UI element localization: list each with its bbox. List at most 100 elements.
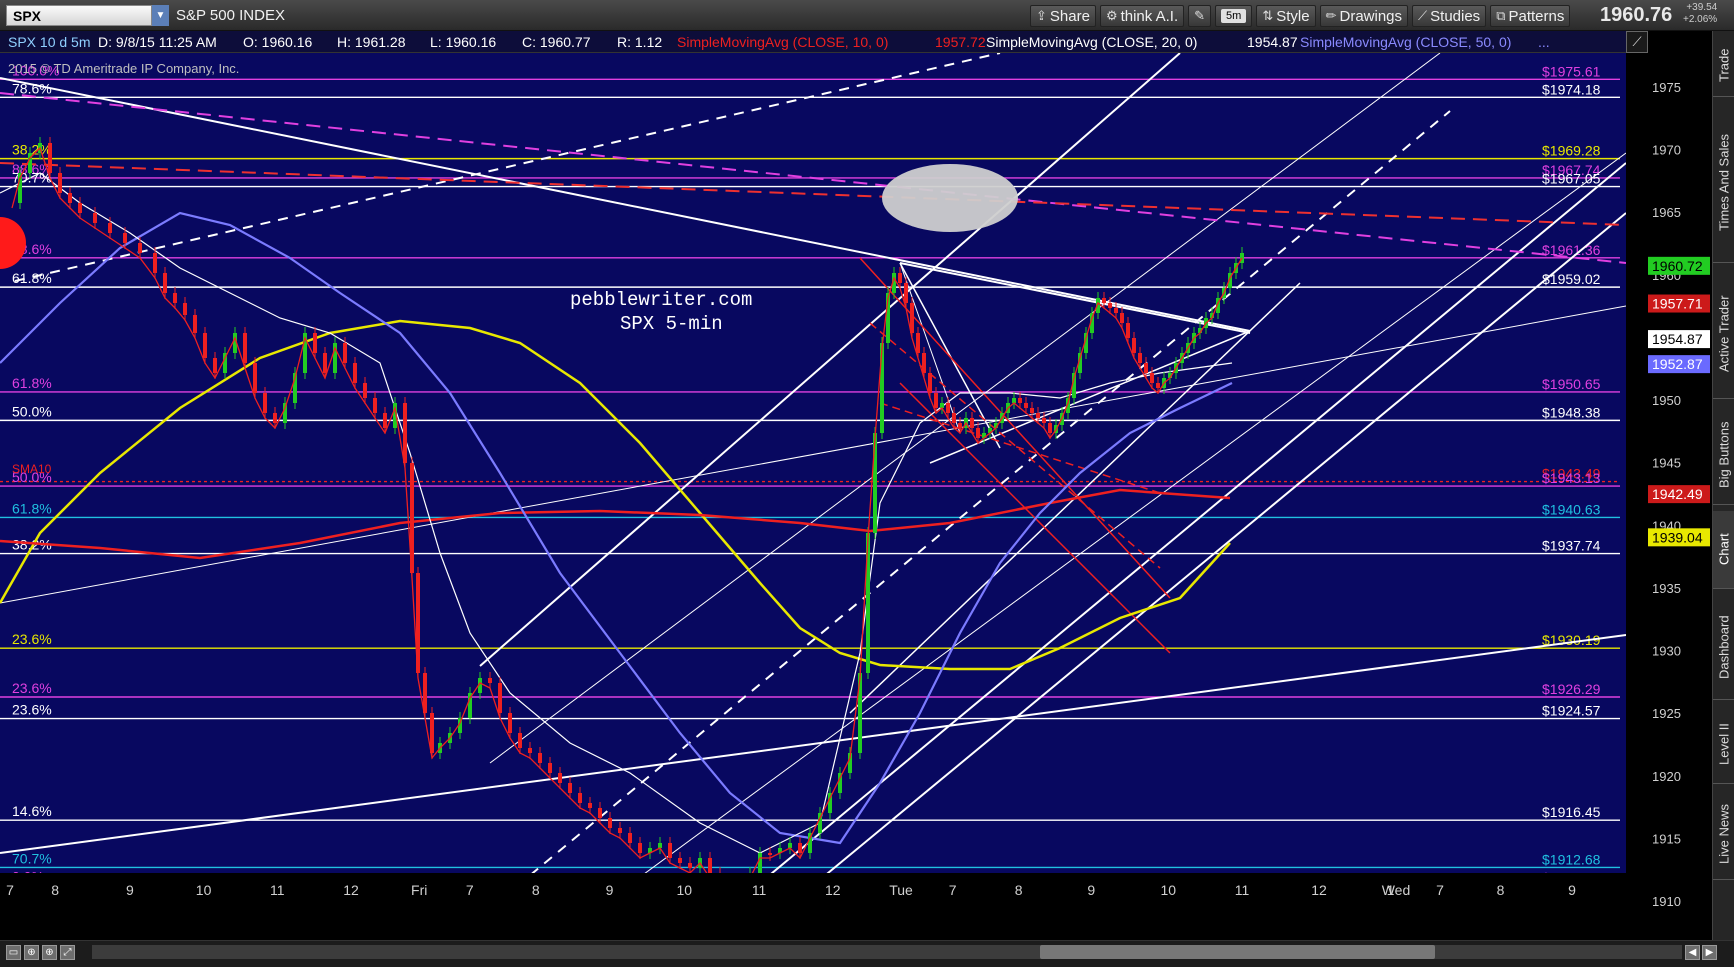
toolbar-button-label: Style xyxy=(1276,7,1310,25)
x-axis-label: 9 xyxy=(126,882,134,898)
y-axis-tick: 1950 xyxy=(1652,393,1681,408)
candle-body xyxy=(1156,383,1160,388)
price-tag-label: 1942.49 xyxy=(1652,486,1703,502)
candle-body xyxy=(58,173,62,193)
side-tab-level-ii[interactable]: Level II xyxy=(1713,706,1734,784)
candle-body xyxy=(1036,413,1040,418)
drawings-button[interactable]: ✏ Drawings xyxy=(1319,5,1409,27)
scroll-left-icon[interactable]: ◀ xyxy=(1685,945,1700,960)
change-percent: +2.06% xyxy=(1683,14,1718,25)
bar-close: C: 1960.77 xyxy=(522,34,591,50)
think-a-i-button[interactable]: ⚙ think A.I. xyxy=(1099,5,1185,27)
candle-body xyxy=(1150,373,1154,383)
candle-body xyxy=(558,773,562,783)
study-sma50[interactable]: SimpleMovingAvg (CLOSE, 50, 0) xyxy=(1300,34,1511,50)
x-axis-label: 10 xyxy=(1161,882,1177,898)
chart-canvas[interactable]: $1975.61100.0%$1974.1878.6%$1969.2838.2%… xyxy=(0,53,1626,921)
y-axis[interactable]: 1910191519201925193019351940194519501955… xyxy=(1648,31,1712,940)
studies-button[interactable]: ⟋ Studies xyxy=(1412,5,1487,27)
candle-body xyxy=(916,333,920,353)
candle-body xyxy=(1102,298,1106,303)
level-label: $1943.13 xyxy=(1542,470,1601,486)
x-axis-label: 8 xyxy=(532,882,540,898)
y-axis-tick: 1935 xyxy=(1652,581,1681,596)
candle-body xyxy=(313,333,317,353)
zoom-in-icon[interactable]: ⊕ xyxy=(24,945,39,960)
fib-percent-label: 23.6% xyxy=(12,680,52,696)
candle-body xyxy=(588,803,592,808)
candle-body xyxy=(123,233,127,243)
drag-icon[interactable]: ⤢ xyxy=(60,945,75,960)
style-button[interactable]: ⇅ Style xyxy=(1256,5,1316,27)
candle-body xyxy=(403,403,407,463)
chart-background xyxy=(0,53,1626,921)
y-axis-tick: 1975 xyxy=(1652,80,1681,95)
candle-body xyxy=(508,713,512,733)
chart-description[interactable]: SPX 10 d 5m xyxy=(8,34,91,50)
symbol-dropdown-icon[interactable]: ▼ xyxy=(152,5,169,26)
candle-body xyxy=(193,315,197,333)
side-tab-trade[interactable]: Trade xyxy=(1713,35,1734,97)
chart-settings-icon[interactable]: ⟋ xyxy=(1626,31,1648,53)
share-button[interactable]: ⇪ Share xyxy=(1030,5,1096,27)
style-icon: ⇅ xyxy=(1262,8,1274,23)
zoom-out-icon[interactable]: ▭ xyxy=(6,945,21,960)
candle-body xyxy=(758,853,762,873)
x-axis-label: Wed xyxy=(1382,882,1411,898)
candle-body xyxy=(688,863,692,868)
watermark-title: SPX 5-min xyxy=(620,313,723,335)
study-more[interactable]: ... xyxy=(1538,34,1550,50)
candle-body xyxy=(138,243,142,253)
level-label: $1969.28 xyxy=(1542,143,1601,159)
toolbar-button-label: think A.I. xyxy=(1120,7,1179,25)
x-axis-label: 11 xyxy=(1235,882,1250,898)
candle-body xyxy=(343,343,347,363)
candle-body xyxy=(578,793,582,803)
patterns-button[interactable]: ⧉ Patterns xyxy=(1490,5,1571,27)
y-axis-tick: 1910 xyxy=(1652,894,1681,909)
candle-body xyxy=(798,843,802,853)
timeline-scrollbar[interactable] xyxy=(1040,945,1435,959)
side-tab-live-news[interactable]: Live News xyxy=(1713,790,1734,880)
level-label: $1948.38 xyxy=(1542,404,1601,420)
candle-body xyxy=(253,363,257,393)
timeline-scroll-track[interactable] xyxy=(92,945,1682,959)
x-axis-label: 12 xyxy=(343,882,359,898)
study-sma20[interactable]: SimpleMovingAvg (CLOSE, 20, 0) xyxy=(986,34,1197,50)
candle-body xyxy=(273,413,277,423)
x-axis-label: 10 xyxy=(677,882,693,898)
change-points: +39.54 xyxy=(1686,2,1718,13)
wrench-icon: ✎ xyxy=(1194,8,1206,23)
scroll-right-icon[interactable]: ▶ xyxy=(1702,945,1717,960)
fib-percent-label: 23.6% xyxy=(12,631,52,647)
symbol-input[interactable]: SPX xyxy=(6,5,152,26)
x-axis-label: 8 xyxy=(1497,882,1505,898)
candle-body xyxy=(608,818,612,828)
5m-button[interactable]: 5m xyxy=(1215,5,1253,27)
toolbar-button-label: Drawings xyxy=(1339,7,1403,25)
candle-body xyxy=(598,808,602,818)
index-name: S&P 500 INDEX xyxy=(176,7,285,24)
candle-body xyxy=(488,678,492,683)
side-tab-dashboard[interactable]: Dashboard xyxy=(1713,595,1734,700)
x-axis-label: 7 xyxy=(466,882,474,898)
side-tab-times-and-sales[interactable]: Times And Sales xyxy=(1713,103,1734,263)
side-tab-big-buttons[interactable]: Big Buttons xyxy=(1713,405,1734,505)
candle-body xyxy=(1114,308,1118,313)
price-tag-label: 1960.72 xyxy=(1652,258,1703,274)
side-tab-chart[interactable]: Chart xyxy=(1713,511,1734,589)
level-label: $1959.02 xyxy=(1542,271,1601,287)
fib-percent-label: 61.8% xyxy=(12,270,52,286)
study-sma20-value: 1954.87 xyxy=(1247,34,1298,50)
candle-body xyxy=(928,373,932,393)
level-label: $1924.57 xyxy=(1542,703,1601,719)
side-tab-active-trader[interactable]: Active Trader xyxy=(1713,269,1734,399)
magnifier-icon[interactable]: ⊕ xyxy=(42,945,57,960)
price-chart[interactable]: $1975.61 100.0% $1974.18 78.6% $1969.28 38.2%… xyxy=(0,53,1626,921)
candle-body xyxy=(108,223,112,233)
study-sma10[interactable]: SimpleMovingAvg (CLOSE, 10, 0) xyxy=(677,34,888,50)
level-label: $1974.18 xyxy=(1542,81,1601,97)
candle-body xyxy=(898,273,902,283)
candle-body xyxy=(873,433,877,533)
wrench-button[interactable]: ✎ xyxy=(1188,5,1212,27)
